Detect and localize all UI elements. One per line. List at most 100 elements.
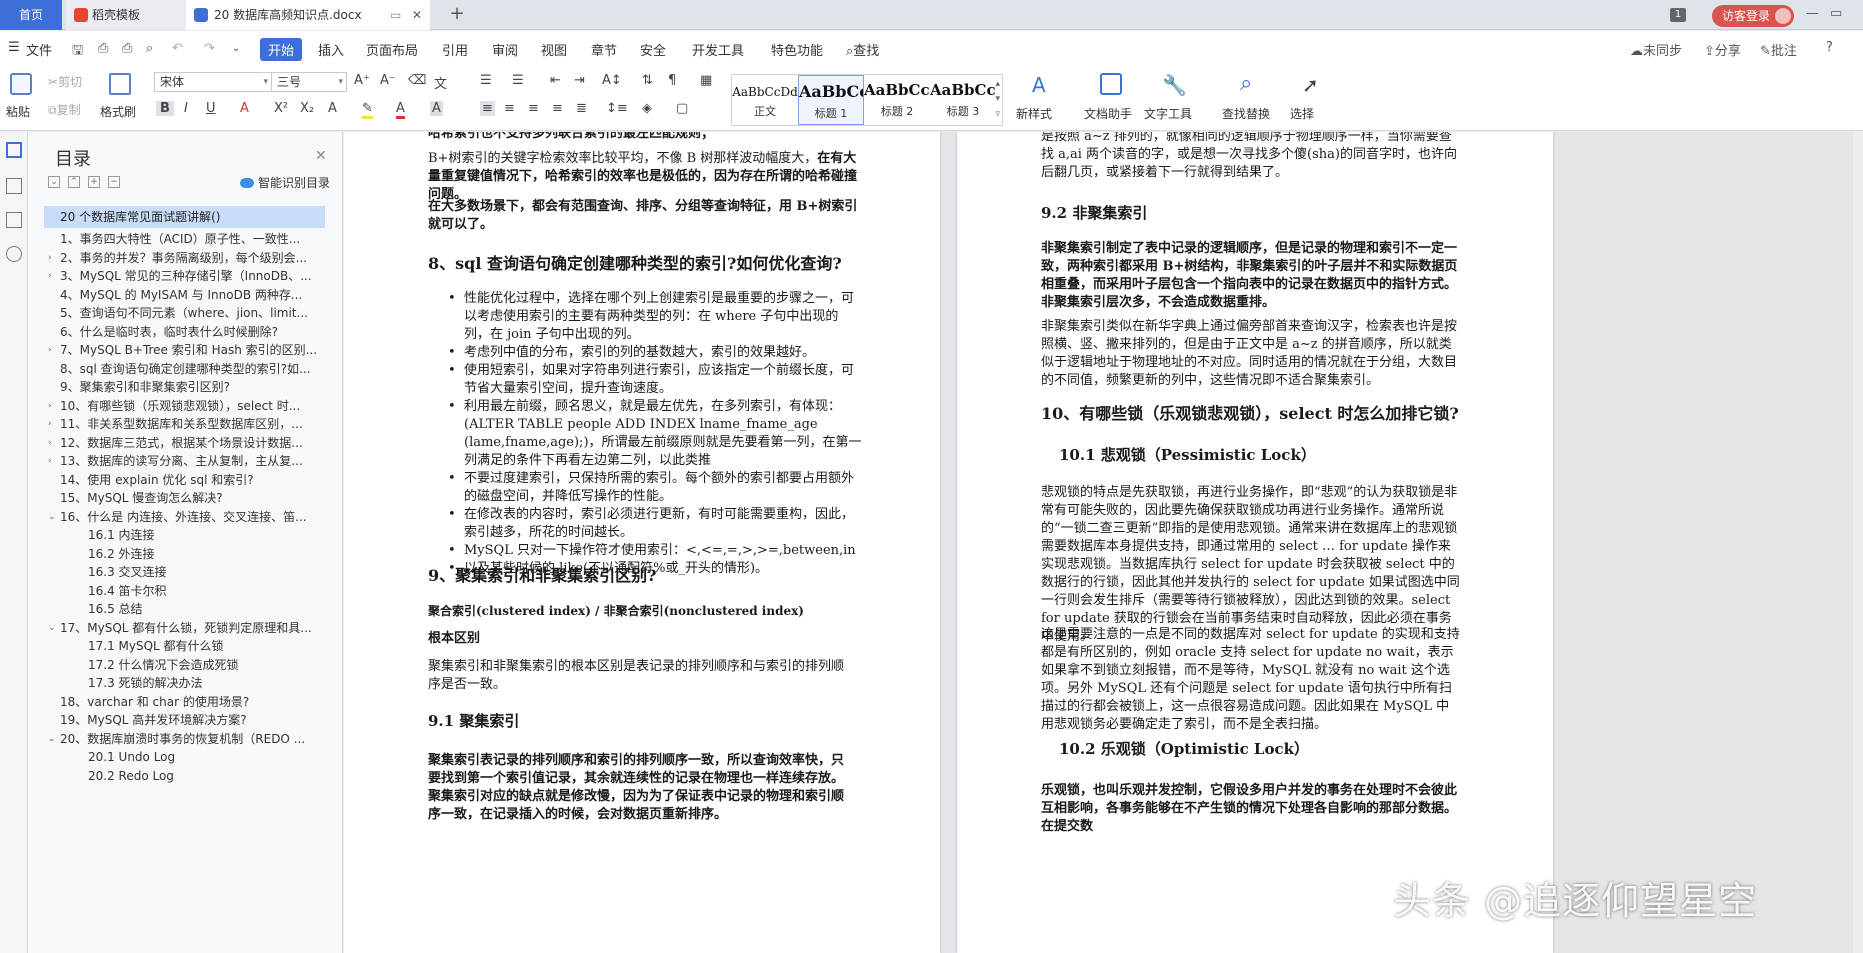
toc-item[interactable]: 19、MySQL 高并发环境解决方案? xyxy=(28,711,343,730)
strikethrough-icon[interactable]: A xyxy=(240,101,249,116)
chevron-icon[interactable]: ⌄ xyxy=(48,508,56,527)
paste-button[interactable]: 粘贴 xyxy=(6,71,36,125)
toc-item[interactable]: › 12、数据库三范式，根据某个场景设计数据... xyxy=(28,434,343,453)
export-pdf-icon[interactable]: ⎙ xyxy=(98,41,108,56)
document-canvas[interactable]: 哈希索引也不支持多列联合索引的最左匹配规则； B+树索引的关键字检索效率比较平均… xyxy=(344,132,1863,953)
shrink-font-icon[interactable]: A⁻ xyxy=(380,73,396,88)
tab-close-icon[interactable]: ✕ xyxy=(412,0,422,30)
menu-page-layout[interactable]: 页面布局 xyxy=(366,40,418,59)
style-heading-3[interactable]: AaBbCcI 标题 3 xyxy=(930,75,996,125)
select-button[interactable]: ➚ 选择 xyxy=(1290,71,1330,127)
chevron-icon[interactable]: › xyxy=(48,452,52,471)
font-color-icon[interactable]: A xyxy=(396,101,405,119)
toc-item[interactable]: 18、varchar 和 char 的使用场景? xyxy=(28,693,343,712)
align-center-icon[interactable]: ≡ xyxy=(504,101,515,116)
save-icon[interactable]: 🖫 xyxy=(72,41,83,63)
print-preview-icon[interactable]: ⌕ xyxy=(146,41,153,56)
borders-icon[interactable]: ▦ xyxy=(700,73,712,88)
help-button[interactable]: ? xyxy=(1826,40,1833,55)
format-painter-button[interactable]: 格式刷 xyxy=(100,71,140,125)
toc-item[interactable]: › 11、非关系型数据库和关系型数据库区别，... xyxy=(28,415,343,434)
border-select-icon[interactable]: ▢ xyxy=(676,101,688,116)
toc-item[interactable]: 17.3 死锁的解决办法 xyxy=(28,674,343,693)
toc-item[interactable]: › 7、MySQL B+Tree 索引和 Hash 索引的区别... xyxy=(28,341,343,360)
undo-icon[interactable]: ↶ xyxy=(172,41,183,56)
toc-item[interactable]: 17.1 MySQL 都有什么锁 xyxy=(28,637,343,656)
menu-references[interactable]: 引用 xyxy=(442,40,468,59)
chevron-icon[interactable]: › xyxy=(48,397,52,416)
style-normal[interactable]: AaBbCcDd 正文 xyxy=(732,75,798,125)
copy-button[interactable]: ⧉复制 xyxy=(48,101,81,118)
highlight-icon[interactable]: ✎ xyxy=(362,101,373,119)
print-icon[interactable]: ⎙ xyxy=(122,41,132,56)
new-tab-button[interactable]: + xyxy=(446,4,468,26)
align-right-icon[interactable]: ≡ xyxy=(528,101,539,116)
toc-item[interactable]: ⌄ 16、什么是 内连接、外连接、交叉连接、笛... xyxy=(28,508,343,527)
add-heading-icon[interactable]: + xyxy=(88,176,100,188)
toc-item[interactable]: 9、聚集索引和非聚集索引区别? xyxy=(28,378,343,397)
style-heading-2[interactable]: AaBbCcI 标题 2 xyxy=(864,75,930,125)
chevron-icon[interactable]: › xyxy=(48,267,52,286)
tab-pin-icon[interactable]: ▭ xyxy=(390,0,401,30)
redo-icon[interactable]: ↷ xyxy=(204,41,215,56)
sync-status[interactable]: ☁未同步 xyxy=(1630,40,1682,59)
justify-icon[interactable]: ≡ xyxy=(552,101,563,116)
share-button[interactable]: ⇪分享 xyxy=(1704,40,1741,59)
shading-icon[interactable]: ◈ xyxy=(642,101,652,116)
document-page-2[interactable]: 聚集索引类似于新华字典中用拼音去查找汉字，拼音检索表于书记顺序都是按照 a~z … xyxy=(957,132,1553,953)
toc-item[interactable]: 16.3 交叉连接 xyxy=(28,563,343,582)
numbered-list-icon[interactable]: ☰ xyxy=(512,73,524,88)
toc-item[interactable]: › 2、事务的并发？事务隔离级别，每个级别会... xyxy=(28,249,343,268)
toc-item[interactable]: 16.5 总结 xyxy=(28,600,343,619)
bookmark-icon[interactable] xyxy=(6,212,22,228)
underline-icon[interactable]: U xyxy=(206,101,216,116)
toc-selected-item[interactable]: 20 个数据库常见面试题讲解() xyxy=(44,206,325,228)
toc-item[interactable]: 5、查询语句不同元素（where、jion、limit... xyxy=(28,304,343,323)
toc-item[interactable]: › 13、数据库的读写分离、主从复制，主从复... xyxy=(28,452,343,471)
outline-icon[interactable] xyxy=(6,142,22,158)
chevron-icon[interactable]: ⌄ xyxy=(48,730,56,749)
hamburger-icon[interactable]: ☰ xyxy=(8,40,20,55)
text-direction-icon[interactable]: A↕ xyxy=(602,73,622,88)
smart-toc-button[interactable]: 智能识别目录 xyxy=(240,174,330,191)
bullet-list-icon[interactable]: ☰ xyxy=(480,73,492,88)
char-shading-icon[interactable]: A xyxy=(430,101,443,116)
vertical-scrollbar[interactable] xyxy=(1853,132,1863,953)
maximize-icon[interactable]: ▭ xyxy=(1830,6,1842,21)
menu-file[interactable]: 文件 xyxy=(26,40,52,59)
doc-helper-button[interactable]: 文档助手 xyxy=(1084,71,1140,127)
menu-insert[interactable]: 插入 xyxy=(318,40,344,59)
comment-button[interactable]: ✎批注 xyxy=(1760,40,1797,59)
menu-view[interactable]: 视图 xyxy=(541,40,567,59)
toc-item[interactable]: 20.2 Redo Log xyxy=(28,767,343,786)
bold-icon[interactable]: B xyxy=(156,101,174,116)
quick-access-dropdown-icon[interactable]: ⌄ xyxy=(232,43,240,54)
show-marks-icon[interactable]: ¶ xyxy=(668,73,676,88)
superscript-icon[interactable]: X² xyxy=(274,101,288,116)
chevron-icon[interactable]: › xyxy=(48,415,52,434)
cut-button[interactable]: ✂剪切 xyxy=(48,73,82,90)
tab-templates[interactable]: 稻壳模板 xyxy=(66,0,186,30)
menu-search[interactable]: ⌕查找 xyxy=(846,40,879,59)
toc-item[interactable]: 17.2 什么情况下会造成死锁 xyxy=(28,656,343,675)
decrease-indent-icon[interactable]: ⇤ xyxy=(550,73,561,88)
close-icon[interactable]: ✕ xyxy=(315,148,327,164)
styles-scroll-icon[interactable]: ▴ ▾ ▿ xyxy=(995,77,1000,122)
new-style-button[interactable]: A 新样式 xyxy=(1016,71,1066,127)
find-replace-button[interactable]: ⌕ 查找替换 xyxy=(1222,71,1278,127)
toc-item[interactable]: 4、MySQL 的 MyISAM 与 InnoDB 两种存... xyxy=(28,286,343,305)
align-left-icon[interactable]: ≡ xyxy=(480,101,495,116)
toc-item[interactable]: 8、sql 查询语句确定创建哪种类型的索引?如... xyxy=(28,360,343,379)
clear-format-icon[interactable]: ⌫ xyxy=(408,73,426,88)
toc-item[interactable]: 6、什么是临时表，临时表什么时候删除? xyxy=(28,323,343,342)
distributed-icon[interactable]: ≣ xyxy=(576,101,587,116)
expand-all-icon[interactable]: ⌄ xyxy=(48,176,60,188)
font-size-select[interactable]: 三号 ▾ xyxy=(271,72,347,92)
toc-item[interactable]: › 10、有哪些锁（乐观锁悲观锁），select 时... xyxy=(28,397,343,416)
toc-item[interactable]: 15、MySQL 慢查询怎么解决? xyxy=(28,489,343,508)
menu-features[interactable]: 特色功能 xyxy=(771,40,823,59)
italic-icon[interactable]: I xyxy=(184,101,188,116)
toc-item[interactable]: 1、事务四大特性（ACID）原子性、一致性... xyxy=(28,230,343,249)
toc-item[interactable]: 20.1 Undo Log xyxy=(28,748,343,767)
toc-item[interactable]: 16.4 笛卡尔积 xyxy=(28,582,343,601)
